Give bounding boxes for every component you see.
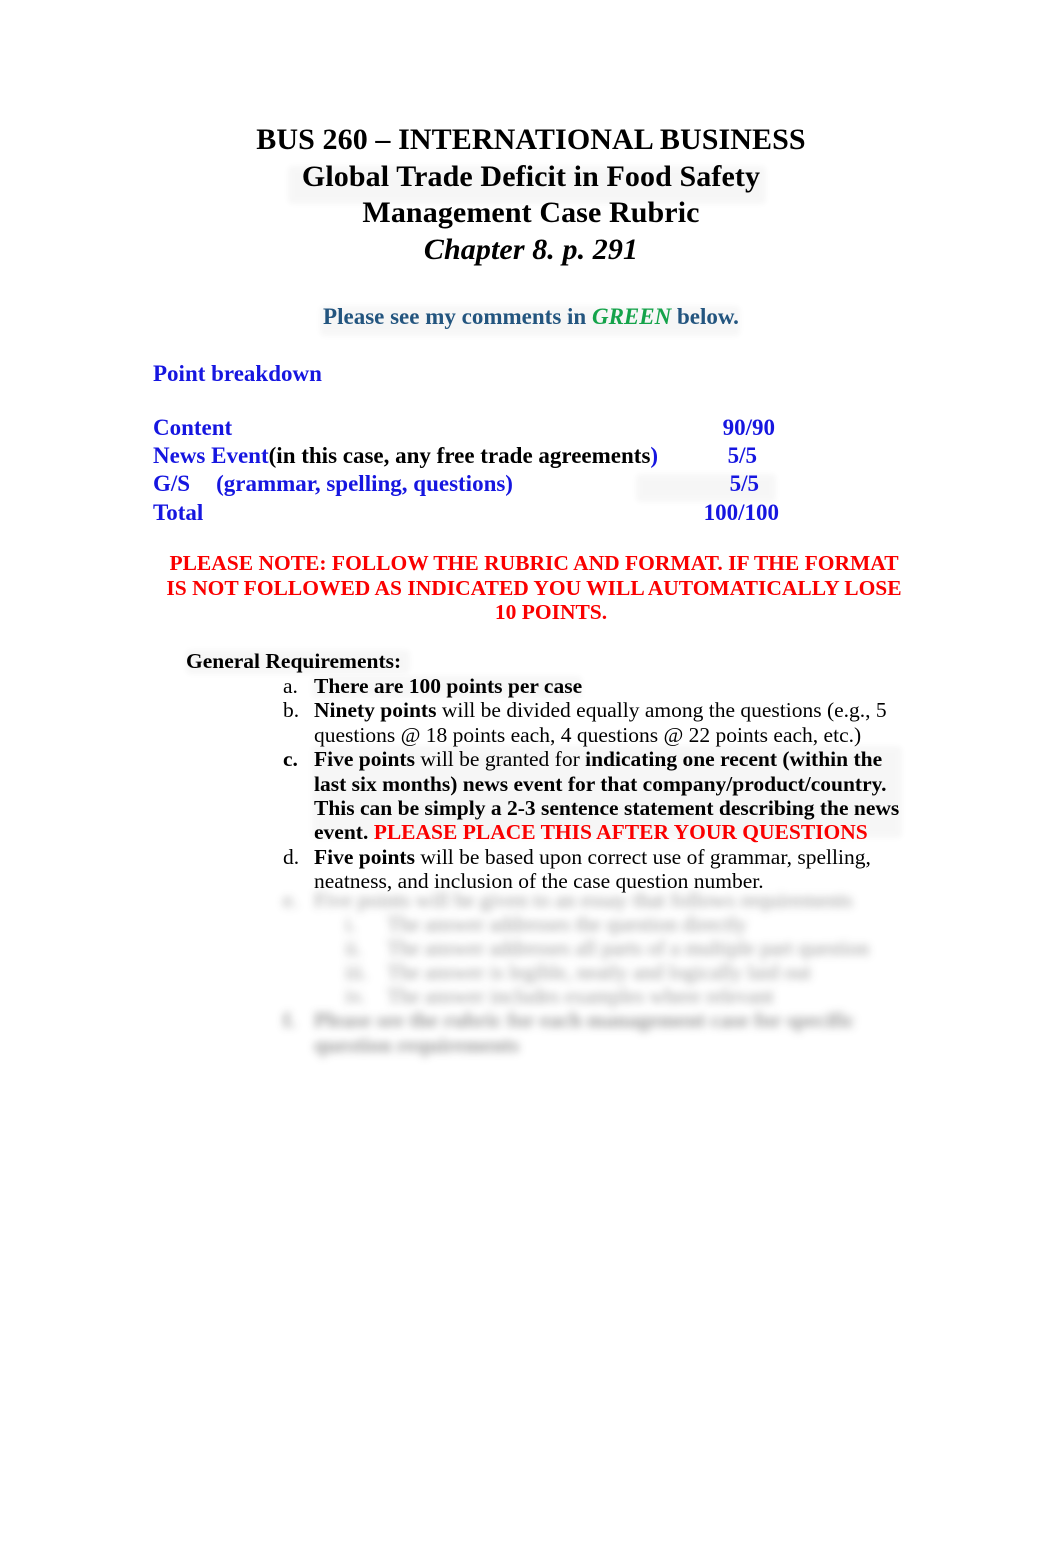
requirement-item-d: d. Five points will be based upon correct… — [283, 845, 908, 894]
point-breakdown-score: 90/90 — [722, 415, 775, 440]
point-breakdown-score-total: 100/100 — [703, 499, 779, 525]
redacted-item-e: e. Five points will be given to an essay … — [283, 888, 908, 912]
comment-note-suffix: below. — [671, 304, 739, 329]
point-breakdown-label: News Event — [153, 443, 269, 469]
warning-line-3: POINTS. — [521, 600, 608, 625]
redacted-subitem-iv: iv. The answer includes examples where re… — [345, 984, 905, 1008]
point-breakdown-table: Content 90/90 News Event (in this case, … — [153, 414, 785, 527]
document-title-block: BUS 260 – INTERNATIONAL BUSINESS Global … — [0, 122, 1062, 268]
list-marker: e. — [283, 888, 298, 912]
point-breakdown-label-note: (in this case, any free trade agreements — [268, 443, 651, 469]
point-breakdown-heading: Point breakdown — [153, 361, 322, 386]
list-marker: i. — [345, 912, 357, 937]
point-breakdown-row: News Event (in this case, any free trade… — [153, 442, 785, 470]
requirement-bold-lead: There are 100 points per case — [314, 674, 583, 698]
point-breakdown-label-close-paren: ) — [650, 443, 659, 469]
point-breakdown-row: Content 90/90 — [153, 414, 785, 442]
format-warning-notice: PLEASE NOTE: FOLLOW THE RUBRIC AND FORMA… — [160, 551, 908, 625]
requirement-text: will be granted for — [414, 747, 586, 772]
requirement-bold-lead: Ninety points — [314, 698, 437, 723]
redacted-item-f: f. Please see the rubric for each managem… — [283, 1008, 908, 1057]
redacted-content-block: e. Five points will be given to an essay … — [283, 888, 908, 1057]
requirement-item-c: c. Five points will be granted for indica… — [283, 747, 908, 845]
title-line-case-2: Management Case Rubric — [362, 196, 700, 229]
general-requirements-list: a. There are 100 points per case b. Ninet… — [283, 674, 908, 894]
point-breakdown-label-note: (grammar, spelling, questions) — [216, 471, 513, 497]
list-marker: f. — [283, 1008, 296, 1033]
comment-note-prefix: Please see my comments in — [323, 304, 592, 329]
requirement-bold-lead: Five points — [314, 844, 415, 869]
redacted-text: The answer is legible, neatly and logica… — [387, 960, 811, 985]
title-line-case-1: Global Trade Deficit in Food Safety — [301, 159, 761, 193]
list-marker: a. — [283, 674, 298, 698]
point-breakdown-row: G/S (grammar, spelling, questions) 5/5 — [153, 470, 785, 498]
point-breakdown-label: G/S — [153, 471, 191, 497]
redacted-subitem-i: i. The answer addresses the question dire… — [345, 912, 905, 936]
redacted-sublist: i. The answer addresses the question dire… — [345, 912, 905, 1008]
redacted-text: The answer addresses all parts of a mult… — [387, 936, 870, 961]
redacted-subitem-iii: iii. The answer is legible, neatly and lo… — [345, 960, 905, 984]
list-marker: c. — [283, 747, 298, 772]
list-marker: d. — [283, 844, 300, 869]
redacted-subitem-ii: ii. The answer addresses all parts of a m… — [345, 936, 905, 960]
redacted-text: Five points will be given to an essay th… — [314, 888, 853, 912]
requirement-item-b: b. Ninety points will be divided equally … — [283, 698, 908, 747]
point-breakdown-label: Total — [153, 499, 204, 525]
list-marker: b. — [283, 698, 300, 723]
requirement-red-note: PLEASE PLACE THIS AFTER YOUR QUESTIONS — [373, 820, 868, 845]
warning-line-2b: 10 — [494, 600, 517, 625]
redacted-text: Please see the rubric for each managemen… — [314, 1008, 855, 1057]
point-breakdown-score: 5/5 — [727, 443, 757, 469]
redacted-text: The answer includes examples where relev… — [387, 984, 774, 1009]
requirement-bold-lead: Five points — [314, 747, 415, 772]
title-line-chapter: Chapter 8. p. 291 — [423, 232, 639, 266]
list-marker: ii. — [345, 936, 362, 961]
document-page: BUS 260 – INTERNATIONAL BUSINESS Global … — [0, 0, 1062, 1556]
list-marker: iv. — [345, 984, 366, 1009]
instructor-comment-note: Please see my comments in GREEN below. — [0, 303, 1062, 331]
list-marker: iii. — [345, 960, 368, 985]
requirement-item-a: a. There are 100 points per case — [283, 674, 908, 698]
comment-note-green-word: GREEN — [591, 304, 672, 329]
redacted-text: The answer addresses the question direct… — [387, 912, 747, 937]
warning-line-2a: NOT FOLLOWED AS INDICATED YOU WILL AUTOM… — [192, 575, 902, 600]
point-breakdown-score: 5/5 — [729, 471, 759, 497]
point-breakdown-row: Total 100/100 — [153, 499, 785, 527]
point-breakdown-label: Content — [153, 415, 233, 440]
general-requirements-heading: General Requirements: — [186, 649, 402, 673]
title-line-course: BUS 260 – INTERNATIONAL BUSINESS — [256, 123, 806, 156]
